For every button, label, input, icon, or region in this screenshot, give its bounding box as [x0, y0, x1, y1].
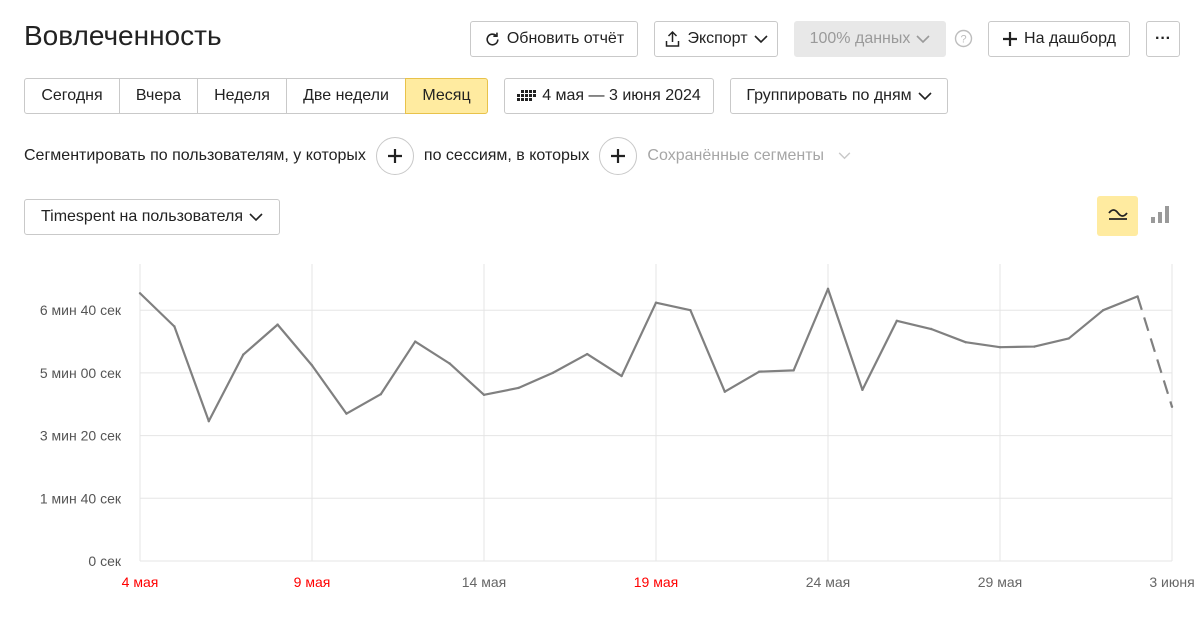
data-point[interactable] [826, 287, 830, 291]
calendar-icon [517, 89, 537, 104]
period-yesterday-label: Вчера [135, 87, 182, 104]
segmentation-row: Сегментировать по пользователям, у котор… [24, 137, 851, 175]
saved-segments-dropdown[interactable]: Сохранённые сегменты [647, 147, 851, 165]
x-tick-label: 9 мая [294, 574, 331, 590]
add-session-segment-button[interactable] [599, 137, 638, 175]
period-selector: Сегодня Вчера Неделя Две недели Месяц [24, 78, 488, 114]
data-point[interactable] [482, 393, 486, 397]
series-line [139, 287, 1139, 423]
chevron-down-icon [249, 212, 263, 222]
refresh-label: Обновить отчёт [506, 30, 625, 47]
period-two-weeks[interactable]: Две недели [286, 78, 406, 114]
x-tick-label: 4 мая [122, 574, 159, 590]
plus-icon [1002, 31, 1018, 47]
period-today-label: Сегодня [41, 87, 103, 104]
more-icon: ··· [1155, 30, 1171, 47]
data-point[interactable] [276, 323, 279, 326]
data-sample-label: 100% данных [809, 30, 911, 47]
metric-label: Timespent на пользователя [40, 208, 244, 225]
period-two-weeks-label: Две недели [303, 87, 389, 104]
data-point[interactable] [1067, 337, 1071, 340]
chevron-down-icon [916, 34, 930, 44]
data-point[interactable] [517, 386, 520, 390]
data-point[interactable] [861, 388, 864, 392]
data-point[interactable] [620, 374, 623, 378]
line-chart-toggle[interactable] [1097, 196, 1138, 236]
chevron-down-icon [838, 147, 851, 165]
data-point[interactable] [689, 309, 692, 312]
refresh-icon [484, 31, 501, 48]
chevron-down-icon [918, 91, 932, 101]
y-tick-label: 6 мин 40 сек [40, 302, 122, 318]
data-point[interactable] [379, 393, 382, 396]
data-point[interactable] [173, 325, 176, 328]
svg-text:?: ? [960, 34, 966, 46]
period-month-label: Месяц [422, 87, 471, 104]
date-range-label: 4 мая — 3 июня 2024 [542, 87, 701, 104]
period-yesterday[interactable]: Вчера [119, 78, 198, 114]
refresh-report-button[interactable]: Обновить отчёт [470, 21, 638, 57]
chevron-down-icon [753, 34, 768, 44]
help-icon[interactable]: ? [954, 29, 973, 48]
data-point[interactable] [792, 369, 795, 372]
y-tick-label: 3 мин 20 сек [40, 428, 122, 444]
x-tick-label: 29 мая [978, 574, 1022, 590]
data-point[interactable] [930, 327, 933, 331]
grouping-select[interactable]: Группировать по дням [730, 78, 948, 114]
data-sample-select[interactable]: 100% данных [794, 21, 946, 57]
add-user-segment-button[interactable] [375, 137, 414, 175]
timespent-line-chart: 0 сек 1 мин 40 сек 3 мин 20 сек 5 мин 00 се… [40, 264, 1195, 590]
series-line-incomplete [1136, 296, 1174, 408]
data-point[interactable] [964, 340, 967, 344]
line-chart-icon [1107, 207, 1128, 225]
data-point[interactable] [448, 362, 451, 365]
data-point[interactable] [345, 412, 348, 415]
period-month[interactable]: Месяц [405, 78, 488, 114]
y-tick-label: 5 мин 00 сек [40, 365, 122, 381]
export-button[interactable]: Экспорт [654, 21, 778, 57]
data-point[interactable] [1033, 345, 1036, 348]
dashboard-label: На дашборд [1024, 30, 1116, 47]
segment-users-text: Сегментировать по пользователям, у котор… [24, 147, 366, 164]
data-point[interactable] [998, 345, 1002, 349]
metric-select[interactable]: Timespent на пользователя [24, 199, 280, 235]
x-tick-label: 3 июня [1149, 574, 1194, 590]
date-range-picker[interactable]: 4 мая — 3 июня 2024 [504, 78, 714, 114]
upload-icon [664, 30, 681, 48]
data-point[interactable] [207, 419, 210, 423]
y-tick-label: 0 сек [88, 553, 121, 569]
x-tick-label: 14 мая [462, 574, 506, 590]
add-to-dashboard-button[interactable]: На дашборд [988, 21, 1130, 57]
period-week-label: Неделя [214, 87, 270, 104]
data-point[interactable] [242, 353, 245, 356]
data-point[interactable] [723, 390, 726, 393]
data-point[interactable] [414, 340, 417, 343]
grouping-label: Группировать по дням [746, 87, 912, 104]
data-point[interactable] [758, 370, 761, 373]
x-tick-label: 19 мая [634, 574, 678, 590]
period-week[interactable]: Неделя [197, 78, 287, 114]
bar-chart-toggle[interactable] [1148, 204, 1172, 228]
data-point[interactable] [310, 364, 314, 367]
data-point[interactable] [586, 352, 589, 356]
saved-segments-label: Сохранённые сегменты [647, 147, 825, 164]
bar-chart-icon [1150, 204, 1170, 229]
data-point[interactable] [551, 371, 554, 375]
period-today[interactable]: Сегодня [24, 78, 120, 114]
data-point[interactable] [654, 301, 658, 304]
y-tick-label: 1 мин 40 сек [40, 490, 122, 506]
data-point[interactable] [138, 292, 142, 295]
data-point[interactable] [1136, 295, 1139, 298]
data-point[interactable] [1102, 309, 1105, 312]
data-point[interactable] [1170, 405, 1174, 408]
page-title: Вовлеченность [24, 20, 222, 51]
segment-sessions-text: по сессиям, в которых [423, 147, 590, 164]
data-point[interactable] [895, 319, 898, 323]
export-label: Экспорт [687, 30, 748, 47]
x-tick-label: 24 мая [806, 574, 850, 590]
more-menu-button[interactable]: ··· [1146, 21, 1180, 57]
